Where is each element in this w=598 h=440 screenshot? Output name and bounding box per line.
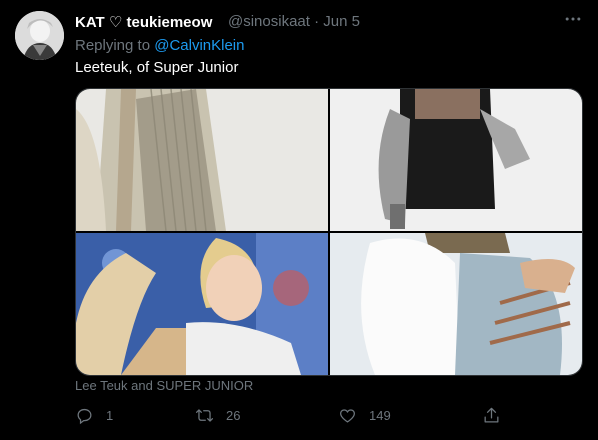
like-count: 149 [369,407,391,423]
like-icon [340,408,355,423]
retweet-icon [195,408,214,422]
retweet-button[interactable]: 26 [195,404,240,426]
media-caption[interactable]: Lee Teuk and SUPER JUNIOR [75,378,253,393]
more-icon[interactable] [562,8,584,30]
retweet-count: 26 [226,407,241,423]
mention-link[interactable]: @CalvinKlein [154,37,244,54]
reply-icon [77,408,92,424]
avatar[interactable] [15,11,64,60]
share-button[interactable] [482,404,501,426]
share-icon [484,407,499,422]
media-photo-2[interactable] [330,89,582,231]
replying-to-label: Replying to [75,37,155,54]
media-grid [75,88,583,376]
reply-count: 1 [106,407,114,423]
tweet-text: Leeteuk, of Super Junior [75,59,239,76]
replying-to: Replying to @CalvinKlein [75,37,244,54]
media-photo-4[interactable] [330,233,582,375]
media-photo-3[interactable] [76,233,328,375]
like-button[interactable]: 149 [338,404,391,426]
handle-timestamp[interactable]: @sinosikaat · Jun 5 [228,13,360,30]
reply-button[interactable]: 1 [75,404,113,426]
media-photo-1[interactable] [76,89,328,231]
display-name[interactable]: KAT ♡ teukiemeow [75,13,212,31]
